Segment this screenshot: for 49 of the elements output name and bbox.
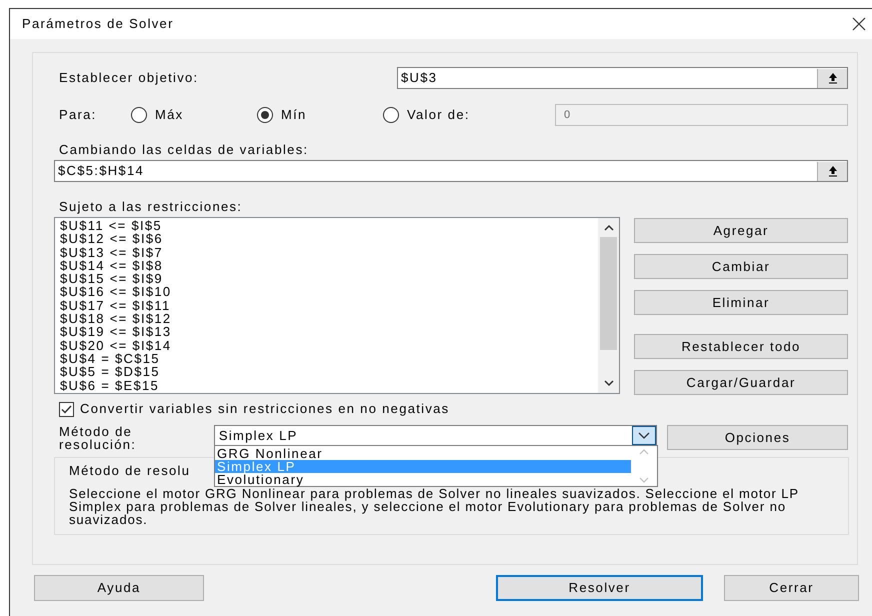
dropdown-option[interactable]: Evolutionary xyxy=(215,473,631,486)
radio-button[interactable] xyxy=(257,107,273,123)
objective-field[interactable]: $U$3 xyxy=(397,67,848,89)
constraint-item[interactable]: $U$13 <= $I$7 xyxy=(60,246,598,259)
collapse-icon[interactable] xyxy=(817,162,847,180)
checkbox[interactable] xyxy=(59,402,74,416)
constraint-item[interactable]: $U$6 = $E$15 xyxy=(60,378,598,392)
side-button[interactable]: Restablecer todo xyxy=(634,334,848,359)
side-button[interactable]: Cargar/Guardar xyxy=(634,370,848,395)
close-icon[interactable] xyxy=(852,17,866,31)
variables-label: Cambiando las celdas de variables: xyxy=(58,142,310,158)
constraint-item[interactable]: $U$11 <= $I$5 xyxy=(60,219,598,232)
constraint-item[interactable]: $U$5 = $D$15 xyxy=(60,365,598,379)
footer-button[interactable]: Cerrar xyxy=(724,575,859,601)
footer-button[interactable]: Ayuda xyxy=(34,575,204,601)
objective-label: Establecer objetivo: xyxy=(58,69,200,88)
constraint-item[interactable]: $U$16 <= $I$10 xyxy=(60,285,598,299)
variables-field[interactable]: $C$5:$H$14 xyxy=(54,160,848,182)
constraint-item[interactable]: $U$20 <= $I$14 xyxy=(60,338,598,352)
method-dropdown[interactable]: Simplex LP xyxy=(214,425,657,446)
radio-button[interactable] xyxy=(383,107,399,123)
constraint-item[interactable]: $U$14 <= $I$8 xyxy=(60,258,598,272)
constraint-item[interactable]: $U$15 <= $I$9 xyxy=(60,272,598,286)
radio-option[interactable]: Valor de: xyxy=(383,105,555,125)
side-button[interactable]: Eliminar xyxy=(634,290,848,315)
method-label: Método de resolución: xyxy=(58,425,138,451)
constraint-item[interactable]: $U$12 <= $I$6 xyxy=(60,232,598,246)
window-title: Parámetros de Solver xyxy=(22,15,174,34)
radio-button[interactable] xyxy=(131,107,147,123)
footer-button[interactable]: Resolver xyxy=(496,575,703,601)
options-button[interactable]: Opciones xyxy=(667,425,848,450)
constraints-list[interactable]: $U$11 <= $I$5 $U$12 <= $I$6 $U$13 <= $I$7 $U$14 <= $I$8 $U$15 <= $I$9 $U$16 <= $I$10 $U$17 <= $I$11 $U$18 <= $I$12 $U$19 <= $I$13 $U$20 <= $I$14 $U$4 = $C$15 $U$5 = $D$15 $U$6 = $E$15 xyxy=(54,217,620,394)
chevron-down-icon[interactable] xyxy=(638,432,650,440)
side-button[interactable]: Cambiar xyxy=(634,254,848,279)
dropdown-option[interactable]: GRG Nonlinear xyxy=(215,447,631,460)
constraint-item[interactable]: $U$4 = $C$15 xyxy=(60,352,598,366)
description-title: Método de resolu xyxy=(69,463,190,479)
scrollbar[interactable] xyxy=(598,218,619,393)
goal-label: Para: xyxy=(58,106,98,124)
side-button[interactable]: Agregar xyxy=(634,218,848,243)
constraint-item[interactable]: $U$17 <= $I$11 xyxy=(60,298,598,312)
constraint-item[interactable]: $U$18 <= $I$12 xyxy=(60,312,598,326)
checkbox-label: Convertir variables sin restricciones en no negativas xyxy=(80,400,450,418)
radio-option[interactable]: Mín xyxy=(257,105,383,125)
collapse-icon[interactable] xyxy=(817,68,847,88)
constraint-item[interactable]: $U$19 <= $I$13 xyxy=(60,325,598,339)
radio-option[interactable]: Máx xyxy=(131,105,257,125)
constraints-label: Sujeto a las restricciones: xyxy=(58,199,244,215)
description-text: Seleccione el motor GRG Nonlinear para problemas de Solver no lineales suavizados. Seleccione el motor LP Simplex para problemas de Solver lineales, y seleccione el motor Evolutionary para problemas de Solver no suavizados. xyxy=(69,487,800,526)
